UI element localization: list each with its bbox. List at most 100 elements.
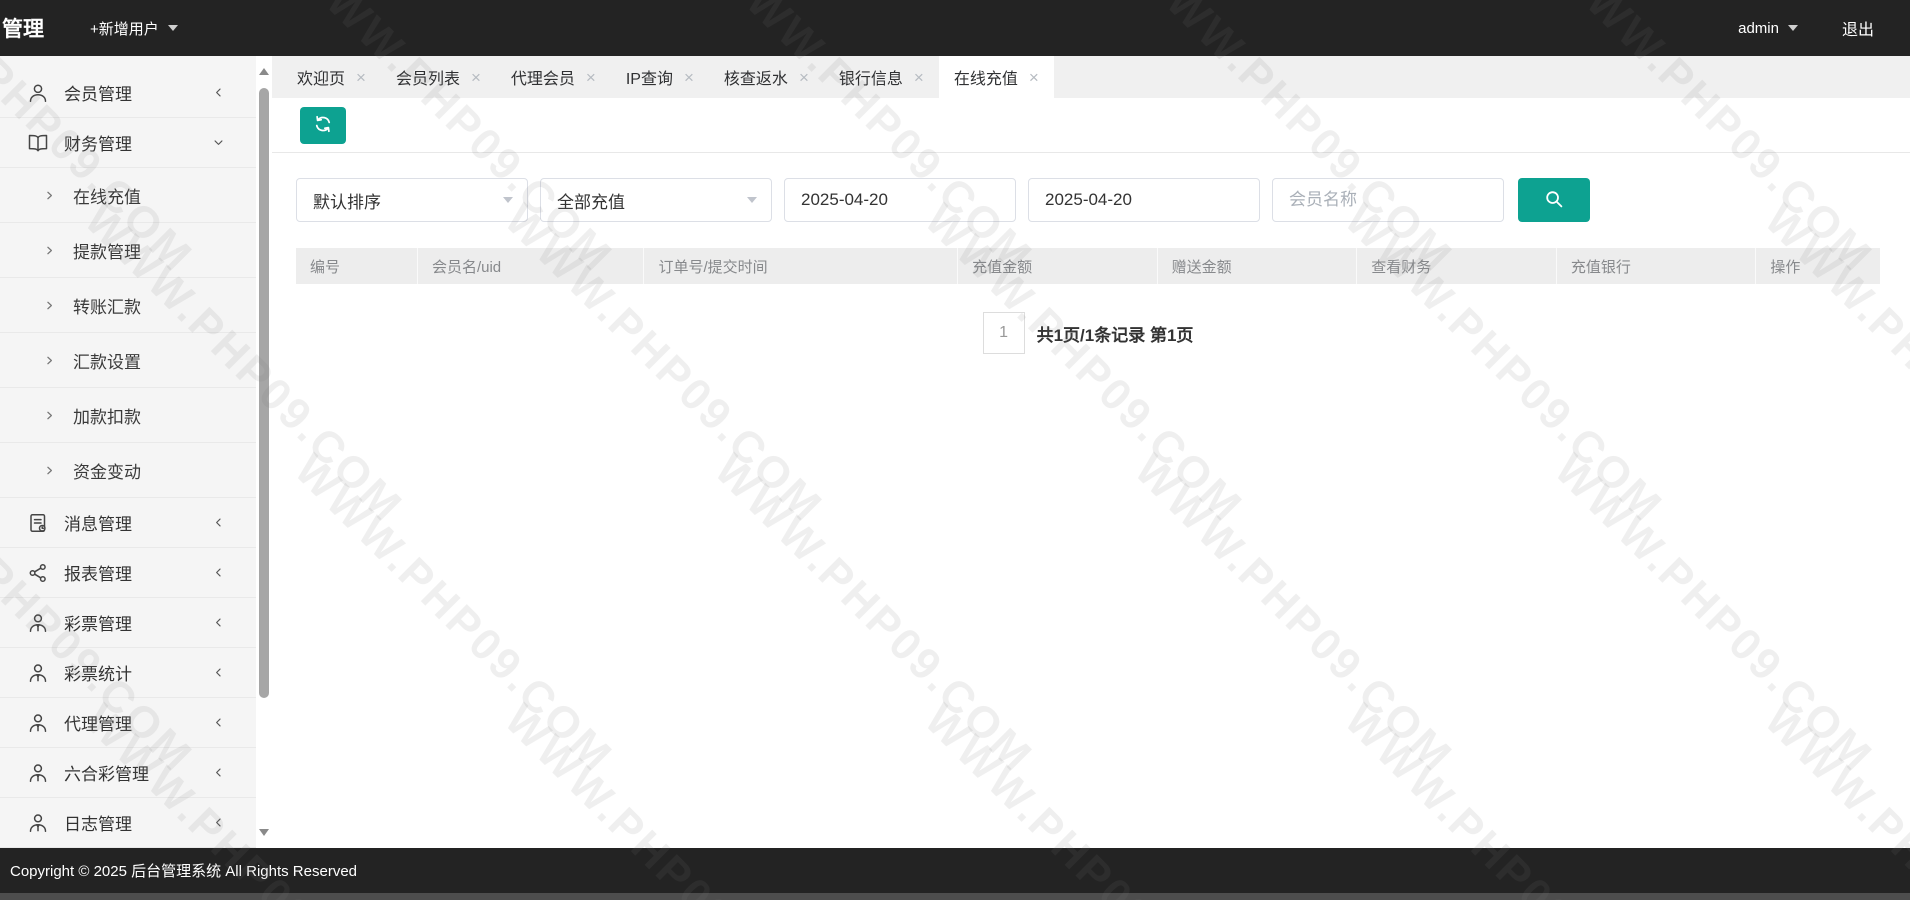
share-icon: [26, 561, 50, 585]
chevron-right-icon: [43, 354, 56, 367]
sidebar: 会员管理财务管理在线充值提款管理转账汇款汇款设置加款扣款资金变动消息管理报表管理…: [0, 56, 256, 848]
sidebar-subitem-label: 汇款设置: [73, 348, 141, 373]
refresh-button[interactable]: [300, 107, 346, 144]
user-tie-icon: [26, 811, 50, 835]
tab-label: IP查询: [626, 65, 673, 89]
chevron-right-icon: [43, 464, 56, 477]
sidebar-subitem[interactable]: 在线充值: [0, 168, 256, 223]
table-column-header: 查看财务: [1357, 248, 1557, 284]
sidebar-item[interactable]: 彩票统计: [0, 648, 256, 698]
tab[interactable]: 银行信息 ×: [824, 56, 939, 98]
caret-down-icon: [168, 25, 178, 31]
toolbar: [272, 98, 1910, 153]
tab[interactable]: 会员列表 ×: [381, 56, 496, 98]
date-from-input[interactable]: 2025-04-20: [784, 178, 1016, 222]
tab[interactable]: 核查返水×: [709, 56, 824, 98]
user-tie-icon: [26, 661, 50, 685]
pagination-summary: 共1页/1条记录 第1页: [1037, 321, 1194, 346]
footer: Copyright © 2025 后台管理系统 All Rights Reser…: [0, 848, 1910, 900]
chevron-left-icon: [211, 815, 226, 830]
user-icon: [26, 81, 50, 105]
sort-select[interactable]: 默认排序: [296, 178, 528, 222]
scroll-up-arrow-icon[interactable]: [259, 68, 269, 75]
sidebar-item-label: 会员管理: [64, 80, 132, 105]
filter-row: 默认排序 全部充值 2025-04-20 2025-04-20: [296, 178, 1590, 222]
user-tie-icon: [26, 611, 50, 635]
sidebar-item[interactable]: 代理管理: [0, 698, 256, 748]
sidebar-scrollbar[interactable]: [256, 56, 272, 848]
sidebar-item[interactable]: 报表管理: [0, 548, 256, 598]
tab-bar: 欢迎页×会员列表×代理会员×IP查询×核查返水×银行信息×在线充值×: [272, 56, 1910, 98]
new-user-dropdown[interactable]: +新增用户: [90, 18, 178, 39]
message-icon: [26, 511, 50, 535]
caret-down-icon: [747, 197, 757, 203]
member-name-input[interactable]: [1272, 178, 1504, 222]
chevron-right-icon: [43, 189, 56, 202]
caret-down-icon: [503, 197, 513, 203]
tab-label: 在线充值: [954, 65, 1018, 89]
close-tab-icon[interactable]: ×: [684, 69, 694, 86]
chevron-left-icon: [211, 515, 226, 530]
sidebar-subitem[interactable]: 加款扣款: [0, 388, 256, 443]
chevron-left-icon: [211, 85, 226, 100]
sidebar-item-label: 财务管理: [64, 130, 132, 155]
user-tie-icon: [26, 761, 50, 785]
sidebar-subitem[interactable]: 转账汇款: [0, 278, 256, 333]
close-tab-icon[interactable]: ×: [799, 69, 809, 86]
user-tie-icon: [26, 711, 50, 735]
recharge-type-select[interactable]: 全部充值: [540, 178, 772, 222]
tab[interactable]: 代理会员 ×: [496, 56, 611, 98]
sidebar-subitem[interactable]: 资金变动: [0, 443, 256, 498]
sidebar-subitem[interactable]: 汇款设置: [0, 333, 256, 388]
sidebar-item[interactable]: 彩票管理: [0, 598, 256, 648]
close-tab-icon[interactable]: ×: [1029, 69, 1039, 86]
close-tab-icon[interactable]: ×: [586, 69, 596, 86]
chevron-left-icon: [211, 565, 226, 580]
sidebar-subitem-label: 在线充值: [73, 183, 141, 208]
close-tab-icon[interactable]: ×: [471, 69, 481, 86]
sidebar-item-label: 代理管理: [64, 710, 132, 735]
page: 管理 +新增用户 admin 退出 会员管理财务管理在线充值提款管理转账汇款汇款…: [0, 0, 1910, 900]
tab-label: 欢迎页: [297, 65, 345, 89]
refresh-icon: [312, 113, 334, 138]
close-tab-icon[interactable]: ×: [356, 69, 366, 86]
tab-active[interactable]: 在线充值 ×: [939, 56, 1054, 98]
sidebar-item-label: 报表管理: [64, 560, 132, 585]
table-column-header: 编号: [296, 248, 418, 284]
sidebar-item[interactable]: 日志管理: [0, 798, 256, 848]
sidebar-subitem[interactable]: 提款管理: [0, 223, 256, 278]
caret-down-icon: [1788, 25, 1798, 31]
sidebar-item[interactable]: 六合彩管理: [0, 748, 256, 798]
sidebar-subitem-label: 提款管理: [73, 238, 141, 263]
sidebar-item[interactable]: 财务管理: [0, 118, 256, 168]
date-to-input[interactable]: 2025-04-20: [1028, 178, 1260, 222]
sidebar-subitem-label: 资金变动: [73, 458, 141, 483]
logout-button[interactable]: 退出: [1842, 16, 1874, 40]
sidebar-item[interactable]: 会员管理: [0, 68, 256, 118]
tab[interactable]: IP查询 ×: [611, 56, 709, 98]
tab-label: 会员列表: [396, 65, 460, 89]
sidebar-item-label: 日志管理: [64, 810, 132, 835]
sort-select-value: 默认排序: [313, 188, 381, 213]
sidebar-item[interactable]: 消息管理: [0, 498, 256, 548]
tab[interactable]: 欢迎页 ×: [282, 56, 381, 98]
scroll-down-arrow-icon[interactable]: [259, 829, 269, 836]
tab-label: 代理会员: [511, 65, 575, 89]
pagination: 1 共1页/1条记录 第1页: [296, 312, 1880, 354]
search-icon: [1542, 187, 1566, 214]
recharge-type-value: 全部充值: [557, 188, 625, 213]
table-column-header: 操作: [1756, 248, 1880, 284]
chevron-left-icon: [211, 665, 226, 680]
table-column-header: 订单号/提交时间: [644, 248, 958, 284]
admin-dropdown[interactable]: admin: [1738, 20, 1798, 37]
scrollbar-thumb[interactable]: [259, 88, 269, 698]
sidebar-subitem-label: 加款扣款: [73, 403, 141, 428]
chevron-left-icon: [211, 765, 226, 780]
tab-label: 银行信息: [839, 65, 903, 89]
chevron-left-icon: [211, 615, 226, 630]
chevron-right-icon: [43, 299, 56, 312]
chevron-right-icon: [43, 244, 56, 257]
search-button[interactable]: [1518, 178, 1590, 222]
page-number-button[interactable]: 1: [983, 312, 1025, 354]
close-tab-icon[interactable]: ×: [914, 69, 924, 86]
